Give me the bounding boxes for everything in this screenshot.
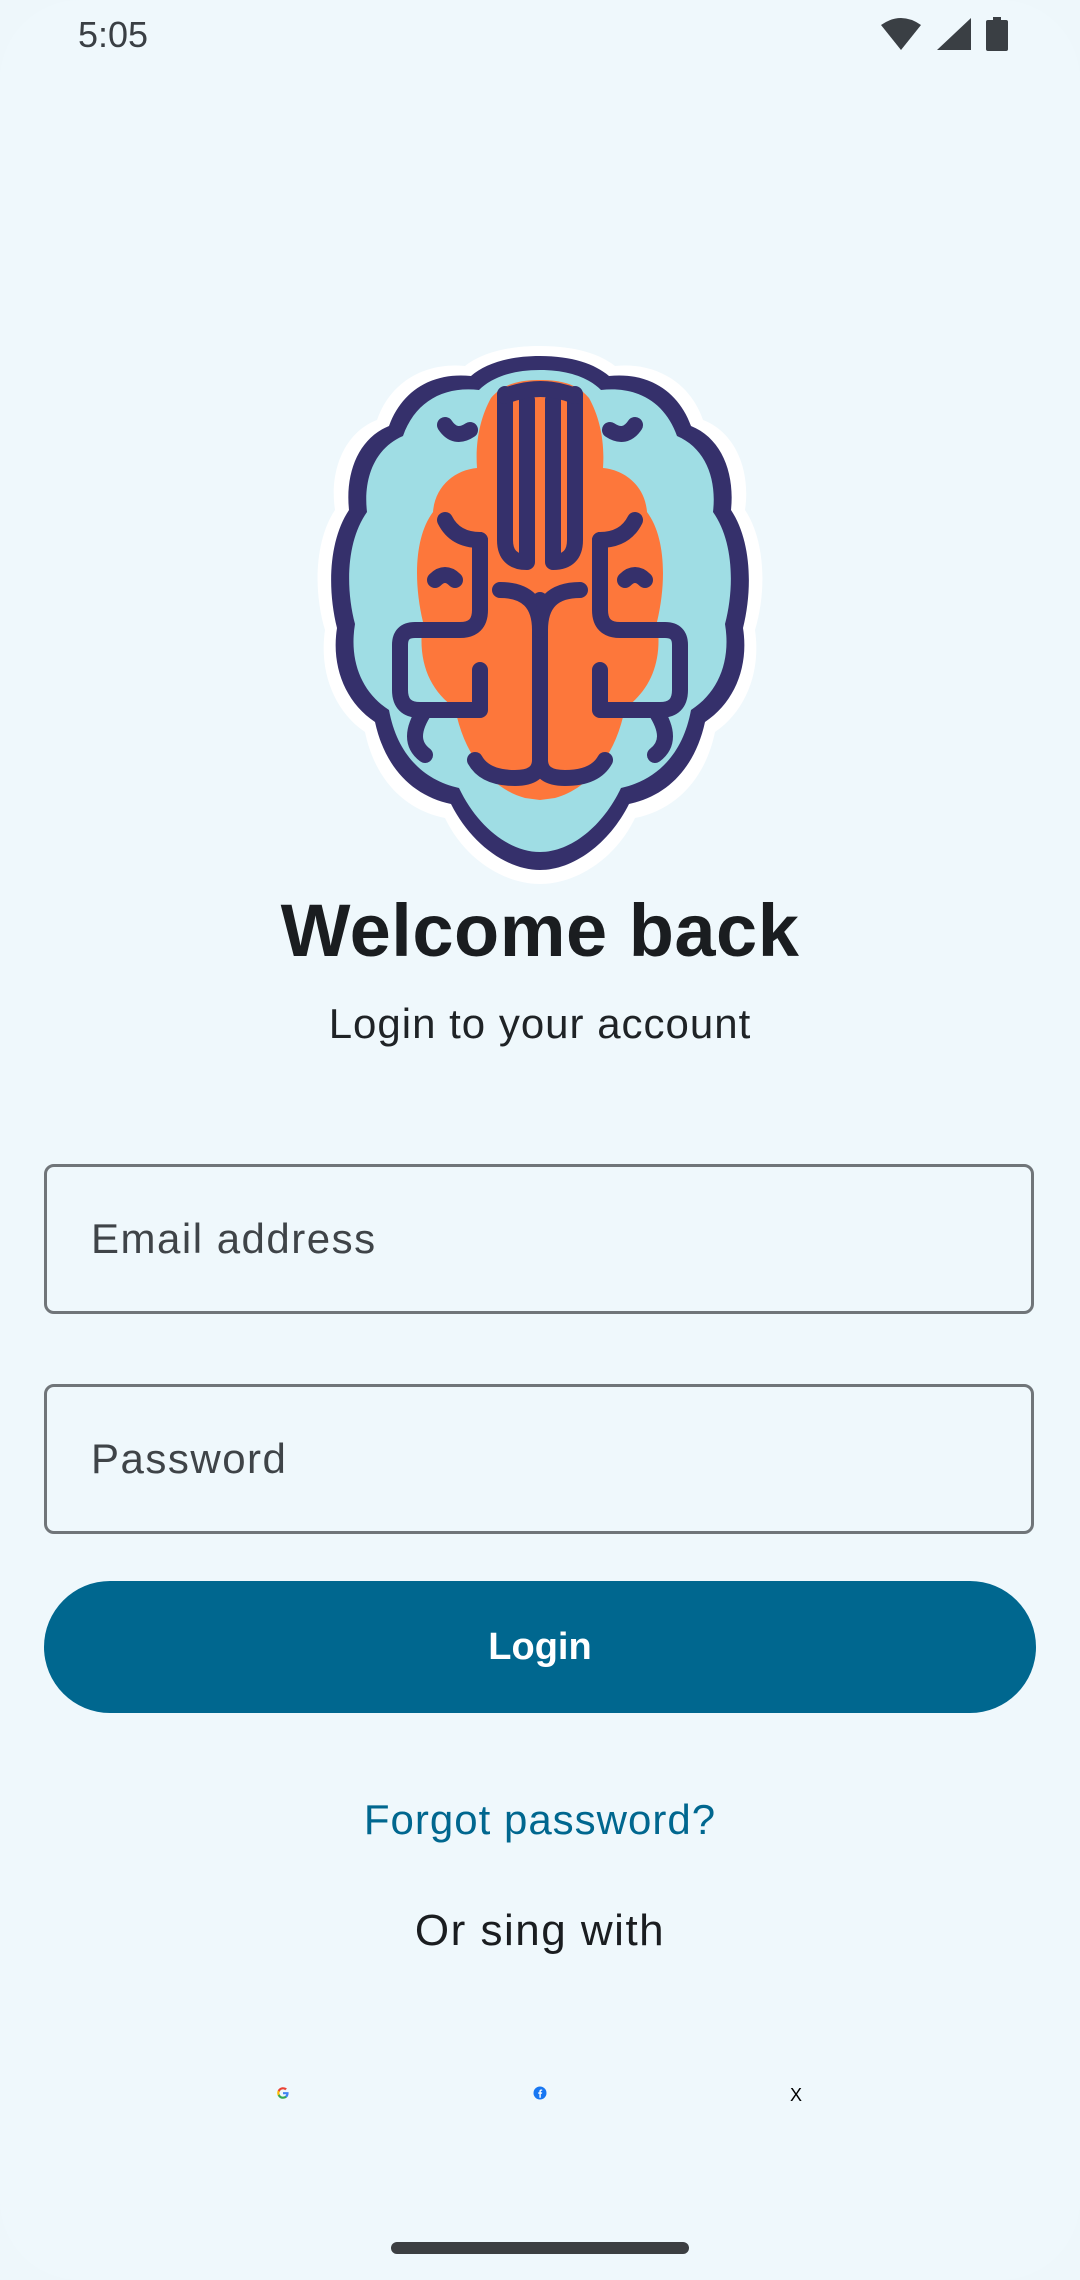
facebook-sign-in-button[interactable]: [523, 2078, 557, 2112]
login-button-label: Login: [488, 1625, 592, 1668]
x-sign-in-button[interactable]: X: [779, 2078, 813, 2112]
forgot-password-link[interactable]: Forgot password?: [0, 1796, 1080, 1844]
email-input[interactable]: [47, 1167, 1031, 1311]
login-button[interactable]: Login: [44, 1581, 1036, 1713]
status-bar: 5:05: [0, 0, 1080, 72]
email-field[interactable]: [44, 1164, 1034, 1314]
brain-logo-icon: [305, 340, 775, 890]
facebook-icon: [533, 2086, 547, 2105]
password-input[interactable]: [47, 1387, 1031, 1531]
x-label: X: [789, 2084, 802, 2105]
status-icons: [880, 16, 1008, 52]
cellular-signal-icon: [936, 17, 972, 51]
password-field[interactable]: [44, 1384, 1034, 1534]
welcome-title: Welcome back: [280, 889, 800, 972]
wifi-icon: [880, 17, 922, 51]
login-screen: 5:05 Welcome back Login to your account …: [0, 0, 1080, 2280]
google-icon: [276, 2086, 290, 2105]
home-indicator[interactable]: [391, 2242, 689, 2254]
status-time: 5:05: [78, 14, 149, 55]
battery-icon: [986, 17, 1008, 51]
welcome-subtitle: Login to your account: [328, 1000, 752, 1047]
or-sign-with-label: Or sing with: [414, 1906, 666, 1955]
google-sign-in-button[interactable]: [266, 2078, 300, 2112]
